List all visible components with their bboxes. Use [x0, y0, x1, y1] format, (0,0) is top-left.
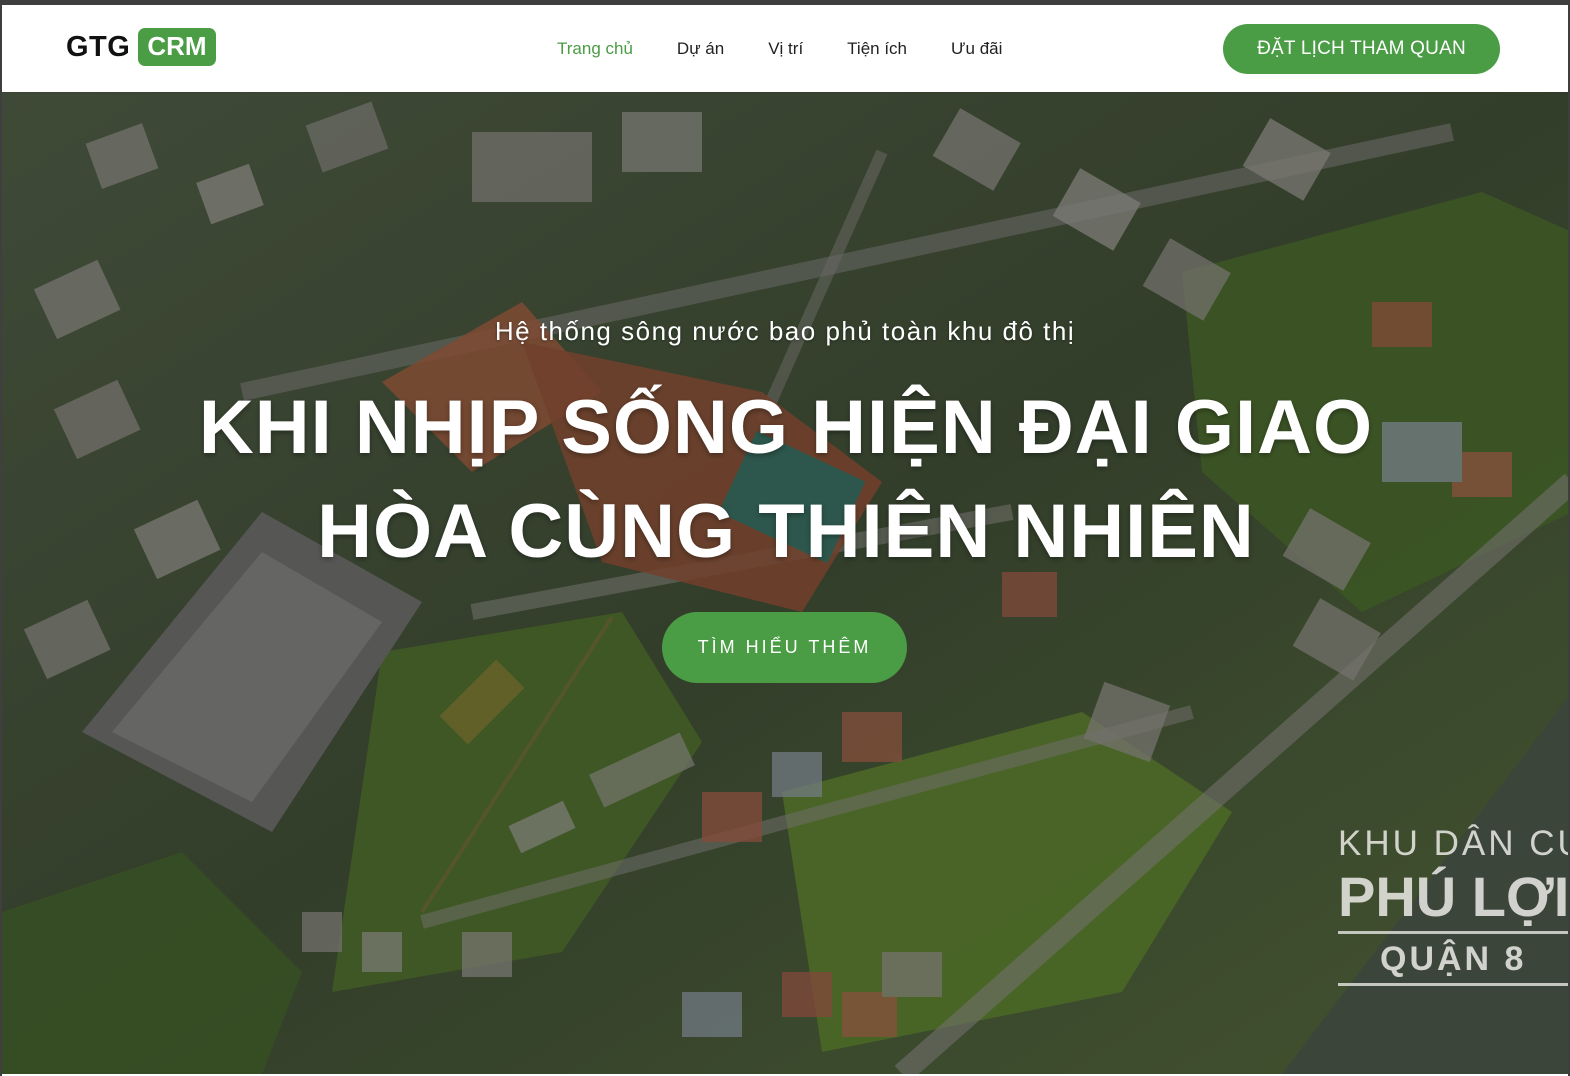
hero-subtitle: Hệ thống sông nước bao phủ toàn khu đô t…	[494, 316, 1076, 346]
project-sign-watermark: KHU DÂN CƯ PHÚ LỢI QUẬN 8	[1338, 824, 1568, 986]
logo-text: GTG	[66, 30, 131, 63]
sign-line-1: KHU DÂN CƯ	[1338, 824, 1568, 863]
nav-item-trang-chu[interactable]: Trang chủ	[557, 39, 633, 59]
hero-title-line-1: KHI NHỊP SỐNG HIỆN ĐẠI GIAO	[198, 385, 1374, 470]
logo[interactable]: GTG CRM	[66, 28, 216, 67]
learn-more-button[interactable]: TÌM HIỂU THÊM	[662, 612, 907, 683]
hero-title: KHI NHỊP SỐNG HIỆN ĐẠI GIAO HÒA CÙNG THI…	[152, 376, 1420, 584]
nav-item-vi-tri[interactable]: Vị trí	[768, 39, 803, 59]
main-nav: Trang chủ Dự án Vị trí Tiện ích Ưu đãi	[557, 39, 1046, 59]
page-frame: GTG CRM Trang chủ Dự án Vị trí Tiện ích …	[0, 0, 1570, 1076]
nav-item-du-an[interactable]: Dự án	[677, 39, 724, 59]
nav-item-tien-ich[interactable]: Tiện ích	[847, 39, 907, 59]
sign-divider-bottom	[1338, 983, 1568, 986]
book-visit-button[interactable]: ĐẶT LỊCH THAM QUAN	[1223, 24, 1500, 74]
sign-divider	[1338, 931, 1568, 934]
sign-line-2: PHÚ LỢI	[1338, 865, 1568, 928]
nav-item-uu-dai[interactable]: Ưu đãi	[951, 39, 1002, 59]
hero-section: Hệ thống sông nước bao phủ toàn khu đô t…	[2, 92, 1568, 1074]
sign-line-3: QUẬN 8	[1380, 940, 1527, 978]
logo-badge: CRM	[138, 28, 216, 67]
site-header: GTG CRM Trang chủ Dự án Vị trí Tiện ích …	[2, 5, 1568, 92]
hero-title-line-2: HÒA CÙNG THIÊN NHIÊN	[317, 489, 1255, 574]
